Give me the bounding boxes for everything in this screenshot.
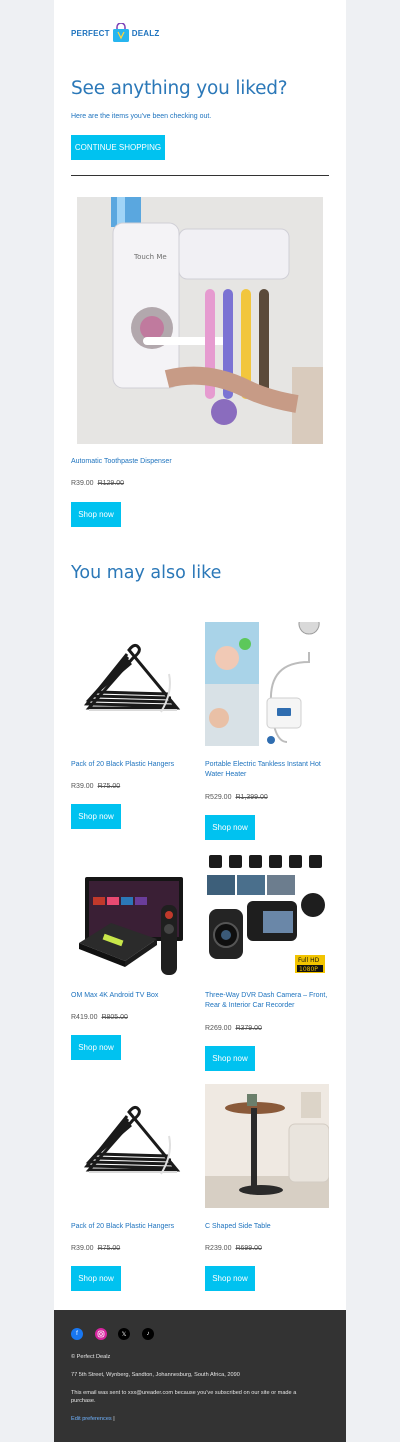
shop-now-button[interactable]: Shop now xyxy=(205,1266,255,1291)
price-old: R805.00 xyxy=(101,1014,128,1021)
recommendations-heading: You may also like xyxy=(71,563,222,583)
link-separator: | xyxy=(113,1416,115,1422)
brand-logo[interactable]: PERFECT DEALZ xyxy=(71,20,159,46)
price-old: R75.00 xyxy=(97,1245,121,1252)
price-current: R239.00 xyxy=(205,1245,232,1252)
instagram-icon[interactable] xyxy=(95,1328,107,1340)
footer-links: Edit preferences | xyxy=(71,1415,321,1423)
shop-now-button[interactable]: Shop now xyxy=(71,502,121,527)
product-price: R269.00 R379.00 xyxy=(205,1025,262,1032)
shop-now-button[interactable]: Shop now xyxy=(205,1046,255,1071)
price-current: R269.00 xyxy=(205,1025,232,1032)
divider xyxy=(71,175,329,176)
dispenser-label-text: Touch Me xyxy=(133,253,167,261)
shopping-bag-icon xyxy=(112,22,130,43)
x-icon[interactable]: 𝕏 xyxy=(118,1328,130,1340)
hangers-image[interactable] xyxy=(71,1084,195,1208)
price-old: R379.00 xyxy=(235,1025,262,1032)
product-title[interactable]: Pack of 20 Black Plastic Hangers xyxy=(71,1222,195,1232)
product-title[interactable]: Three-Way DVR Dash Camera – Front, Rear … xyxy=(205,991,329,1011)
product-title[interactable]: C Shaped Side Table xyxy=(205,1222,329,1232)
price-current: R39.00 xyxy=(71,1245,94,1252)
shop-now-button[interactable]: Shop now xyxy=(71,1266,121,1291)
viewed-product-title[interactable]: Automatic Toothpaste Dispenser xyxy=(71,457,321,467)
footer: f 𝕏 ♪ © Perfect Dealz 77 5th Street, Wyn… xyxy=(54,1310,346,1442)
product-title[interactable]: OM Max 4K Android TV Box xyxy=(71,991,195,1001)
email-body: PERFECT DEALZ See anything you liked? He… xyxy=(54,0,346,1442)
tv-box-image[interactable] xyxy=(71,853,195,977)
copyright-text: © Perfect Dealz xyxy=(71,1354,111,1360)
price-current: R419.00 xyxy=(71,1014,98,1021)
price-old: R1,399.00 xyxy=(235,794,268,801)
product-price: R39.00 R75.00 xyxy=(71,1245,120,1252)
price-current: R39.00 xyxy=(71,783,94,790)
price-old: R75.00 xyxy=(97,783,121,790)
notice-text: This email was sent to xxx@ureader.com b… xyxy=(71,1390,297,1404)
side-table-image[interactable] xyxy=(205,1084,329,1208)
svg-text:1080P: 1080P xyxy=(299,966,318,973)
product-price: R239.00 R699.00 xyxy=(205,1245,262,1252)
product-title[interactable]: Portable Electric Tankless Instant Hot W… xyxy=(205,760,329,780)
viewed-product-price: R39.00 R129.00 xyxy=(71,480,124,487)
water-heater-image[interactable] xyxy=(205,622,329,746)
product-price: R39.00 R75.00 xyxy=(71,783,120,790)
hangers-image[interactable] xyxy=(71,622,195,746)
price-old: R129.00 xyxy=(97,480,125,487)
logo-text-perfect: PERFECT xyxy=(71,28,110,38)
logo-text-dealz: DEALZ xyxy=(131,28,160,38)
address-text: 77 5th Street, Wynberg, Sandton, Johanne… xyxy=(71,1372,240,1378)
continue-shopping-button[interactable]: CONTINUE SHOPPING xyxy=(71,135,165,160)
price-current: R529.00 xyxy=(205,794,232,801)
product-price: R529.00 R1,399.00 xyxy=(205,794,268,801)
price-current: R39.00 xyxy=(71,480,94,487)
page-title: See anything you liked? xyxy=(71,78,288,99)
edit-preferences-link[interactable]: Edit preferences xyxy=(71,1416,112,1422)
shop-now-button[interactable]: Shop now xyxy=(71,1035,121,1060)
toothpaste-dispenser-image[interactable]: Touch Me xyxy=(77,197,323,444)
product-price: R419.00 R805.00 xyxy=(71,1014,128,1021)
hero-subtext: Here are the items you've been checking … xyxy=(71,113,212,120)
shop-now-button[interactable]: Shop now xyxy=(205,815,255,840)
product-title[interactable]: Pack of 20 Black Plastic Hangers xyxy=(71,760,195,770)
dash-cam-image[interactable]: Full HD 1080P xyxy=(205,853,329,977)
price-old: R699.00 xyxy=(235,1245,262,1252)
svg-text:Full HD: Full HD xyxy=(298,957,320,964)
shop-now-button[interactable]: Shop now xyxy=(71,804,121,829)
tiktok-icon[interactable]: ♪ xyxy=(142,1328,154,1340)
facebook-icon[interactable]: f xyxy=(71,1328,83,1340)
